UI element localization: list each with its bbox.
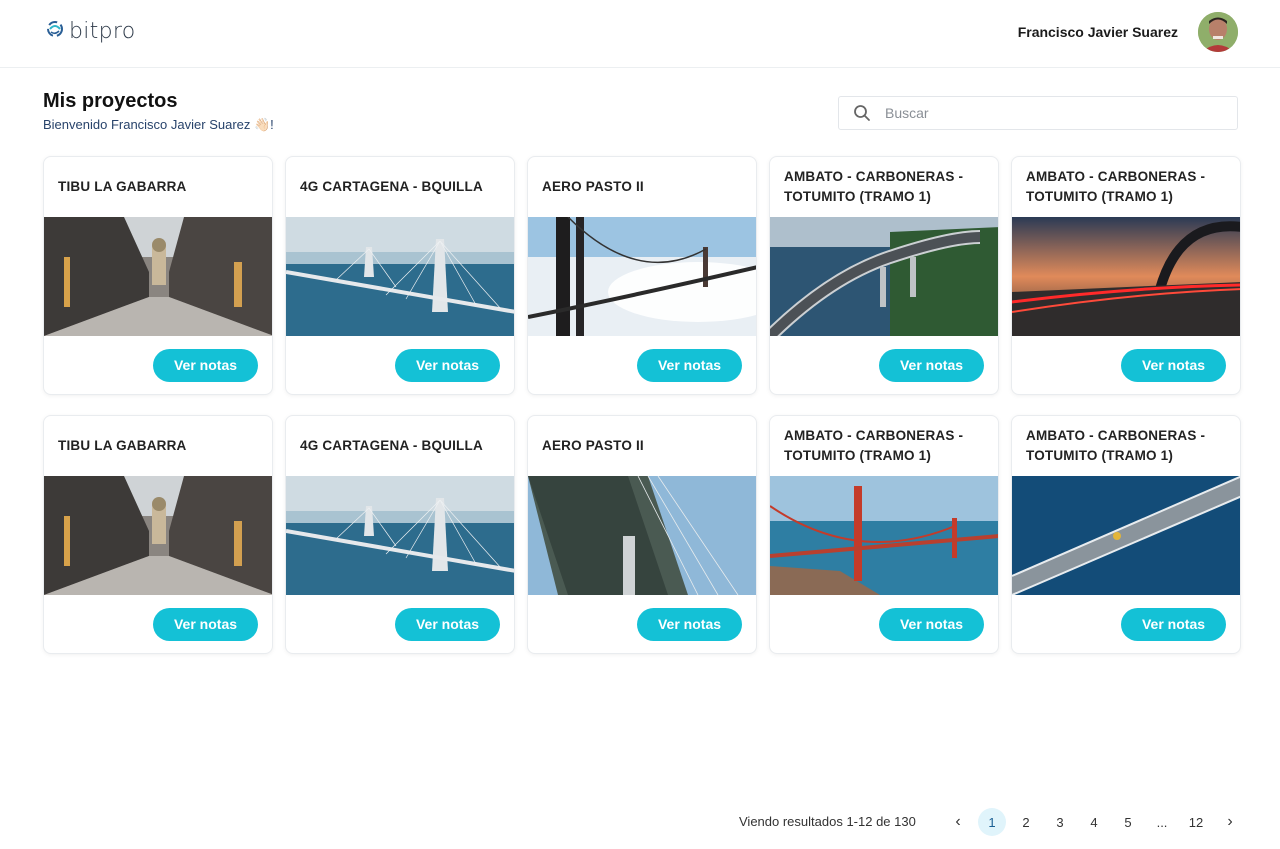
search-input[interactable] xyxy=(885,105,1215,121)
projects-grid: TIBU LA GABARRA Ver notas 4G CARTAGENA - … xyxy=(43,156,1241,654)
card-actions: Ver notas xyxy=(286,336,514,394)
project-image[interactable] xyxy=(770,217,998,336)
project-card[interactable]: AMBATO - CARBONERAS - TOTUMITO (TRAMO 1)… xyxy=(769,156,999,395)
page-number[interactable]: 1 xyxy=(978,808,1006,836)
card-actions: Ver notas xyxy=(770,336,998,394)
prev-page-button[interactable]: ‹ xyxy=(944,808,972,836)
project-image[interactable] xyxy=(286,476,514,595)
page-number[interactable]: 2 xyxy=(1012,808,1040,836)
view-notes-button[interactable]: Ver notas xyxy=(395,348,500,382)
view-notes-button[interactable]: Ver notas xyxy=(153,348,258,382)
view-notes-button[interactable]: Ver notas xyxy=(637,607,742,641)
card-actions: Ver notas xyxy=(44,595,272,653)
view-notes-button[interactable]: Ver notas xyxy=(1121,348,1226,382)
project-image[interactable] xyxy=(286,217,514,336)
page-number[interactable]: 5 xyxy=(1114,808,1142,836)
project-image[interactable] xyxy=(528,217,756,336)
project-title: AERO PASTO II xyxy=(542,438,644,453)
view-notes-button[interactable]: Ver notas xyxy=(879,607,984,641)
project-title: 4G CARTAGENA - BQUILLA xyxy=(300,179,483,194)
pagination-ellipsis: ... xyxy=(1156,814,1168,830)
page-number[interactable]: 3 xyxy=(1046,808,1074,836)
card-actions: Ver notas xyxy=(44,336,272,394)
project-title: TIBU LA GABARRA xyxy=(58,179,187,194)
project-card[interactable]: TIBU LA GABARRA Ver notas xyxy=(43,415,273,654)
project-card[interactable]: AERO PASTO II Ver notas xyxy=(527,415,757,654)
view-notes-button[interactable]: Ver notas xyxy=(153,607,258,641)
results-count: Viendo resultados 1-12 de 130 xyxy=(739,814,916,829)
project-card[interactable]: AMBATO - CARBONERAS - TOTUMITO (TRAMO 1)… xyxy=(1011,415,1241,654)
logo[interactable]: bitpro xyxy=(44,18,136,45)
project-title: TIBU LA GABARRA xyxy=(58,438,187,453)
card-actions: Ver notas xyxy=(528,595,756,653)
project-card[interactable]: AMBATO - CARBONERAS - TOTUMITO (TRAMO 1)… xyxy=(769,415,999,654)
card-actions: Ver notas xyxy=(1012,336,1240,394)
search-icon xyxy=(839,96,885,130)
project-card[interactable]: 4G CARTAGENA - BQUILLA Ver notas xyxy=(285,156,515,395)
pagination: ‹ 1 2 3 4 5... 12 › xyxy=(944,808,1250,836)
project-card[interactable]: TIBU LA GABARRA Ver notas xyxy=(43,156,273,395)
search-box[interactable] xyxy=(838,96,1238,130)
project-image[interactable] xyxy=(1012,476,1240,595)
view-notes-button[interactable]: Ver notas xyxy=(1121,607,1226,641)
project-image[interactable] xyxy=(528,476,756,595)
page-number[interactable]: 12 xyxy=(1182,808,1210,836)
logo-icon xyxy=(44,18,66,45)
project-title: AMBATO - CARBONERAS - TOTUMITO (TRAMO 1) xyxy=(784,169,964,204)
card-actions: Ver notas xyxy=(770,595,998,653)
top-bar: bitpro Francisco Javier Suarez xyxy=(0,0,1280,68)
project-title: AMBATO - CARBONERAS - TOTUMITO (TRAMO 1) xyxy=(1026,428,1206,463)
user-menu[interactable]: Francisco Javier Suarez xyxy=(1018,12,1238,52)
project-image[interactable] xyxy=(44,476,272,595)
project-card[interactable]: 4G CARTAGENA - BQUILLA Ver notas xyxy=(285,415,515,654)
card-actions: Ver notas xyxy=(528,336,756,394)
project-title: 4G CARTAGENA - BQUILLA xyxy=(300,438,483,453)
view-notes-button[interactable]: Ver notas xyxy=(395,607,500,641)
page-number[interactable]: 4 xyxy=(1080,808,1108,836)
card-actions: Ver notas xyxy=(1012,595,1240,653)
project-image[interactable] xyxy=(770,476,998,595)
project-title: AERO PASTO II xyxy=(542,179,644,194)
view-notes-button[interactable]: Ver notas xyxy=(637,348,742,382)
user-name: Francisco Javier Suarez xyxy=(1017,24,1178,40)
next-page-button[interactable]: › xyxy=(1216,808,1244,836)
card-actions: Ver notas xyxy=(286,595,514,653)
project-image[interactable] xyxy=(44,217,272,336)
project-title: AMBATO - CARBONERAS - TOTUMITO (TRAMO 1) xyxy=(784,428,964,463)
page-title: Mis proyectos xyxy=(43,90,178,112)
project-title: AMBATO - CARBONERAS - TOTUMITO (TRAMO 1) xyxy=(1026,169,1206,204)
view-notes-button[interactable]: Ver notas xyxy=(879,348,984,382)
project-card[interactable]: AMBATO - CARBONERAS - TOTUMITO (TRAMO 1)… xyxy=(1011,156,1241,395)
logo-text: bitpro xyxy=(69,19,136,44)
project-image[interactable] xyxy=(1012,217,1240,336)
project-card[interactable]: AERO PASTO II Ver notas xyxy=(527,156,757,395)
avatar[interactable] xyxy=(1198,12,1238,52)
welcome-message: Bienvenido Francisco Javier Suarez 👋🏻! xyxy=(43,117,274,132)
